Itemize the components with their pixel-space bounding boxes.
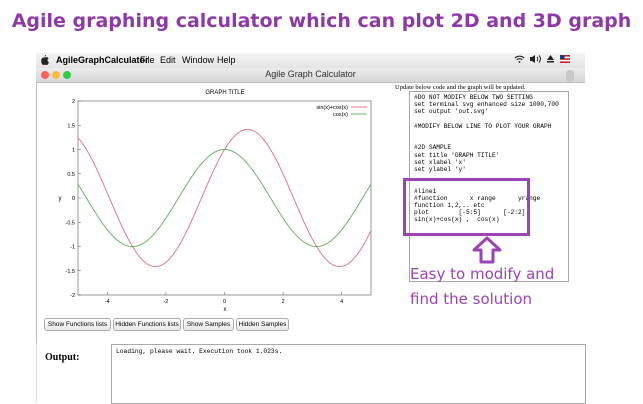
x-tick-label: 0: [223, 299, 226, 305]
apple-icon[interactable]: [40, 55, 49, 67]
y-tick-label: 1.5: [67, 123, 75, 129]
eject-icon[interactable]: [546, 54, 555, 66]
x-tick-label: -2: [163, 299, 168, 305]
y-tick-label: 0.5: [67, 172, 75, 178]
hidden-functions-button[interactable]: Hidden Functions lists: [113, 318, 181, 331]
window-title: Agile Graph Calculator: [265, 69, 356, 79]
x-tick-label: -4: [105, 299, 110, 305]
window-title-bar: Agile Graph Calculator: [36, 68, 585, 83]
y-tick-label: 2: [72, 99, 75, 105]
menu-bar: AgileGraphCalculator File Edit Window He…: [36, 53, 585, 69]
x-tick-label: 4: [340, 299, 343, 305]
legend-label: cos(x): [333, 112, 348, 118]
up-arrow-icon: [472, 236, 502, 264]
x-tick-label: 2: [282, 299, 285, 305]
y-tick-label: 0: [72, 196, 75, 202]
output-label: Output:: [45, 352, 80, 363]
scrollbar-handle[interactable]: [566, 70, 574, 82]
series-line-1: [77, 128, 372, 268]
series-line-2: [77, 149, 372, 247]
show-samples-button[interactable]: Show Samples: [183, 318, 234, 331]
divider: [36, 83, 37, 343]
annotation-line-1: Easy to modify and: [410, 265, 555, 283]
y-axis-label: y: [59, 196, 62, 202]
banner-title: Agile graphing calculator which can plot…: [11, 10, 632, 32]
graph-chart: GRAPH TITLE -4 -2 0 2 4 2 1.5 1 0.5 0 -0.5 -1 -1.5 -2…: [59, 90, 372, 313]
series-group: [77, 128, 372, 268]
flag-icon[interactable]: [560, 55, 570, 65]
hidden-samples-button[interactable]: Hidden Samples: [236, 318, 289, 331]
menu-app-name[interactable]: AgileGraphCalculator: [56, 55, 149, 65]
output-text: Loading, please wait. Execution took 1.0…: [116, 348, 283, 355]
y-tick-label: 1: [72, 148, 75, 154]
wifi-icon[interactable]: [514, 54, 525, 66]
output-box: Loading, please wait. Execution took 1.0…: [111, 344, 586, 404]
y-tick-label: -2: [70, 293, 75, 299]
y-tick-label: -1.5: [66, 269, 75, 275]
update-instructions: Update below code and the graph will be …: [395, 84, 526, 91]
menu-window[interactable]: Window: [182, 55, 214, 65]
chart-legend: sin(x)+cos(x)cos(x): [316, 105, 367, 118]
axis-ticks: -4 -2 0 2 4 2 1.5 1 0.5 0 -0.5 -1 -1.5 -2: [66, 99, 344, 305]
volume-icon[interactable]: [529, 54, 542, 66]
chart-title: GRAPH TITLE: [205, 90, 244, 96]
legend-label: sin(x)+cos(x): [316, 105, 348, 111]
show-functions-button[interactable]: Show Functions lists: [44, 318, 111, 331]
annotation-line-2: find the solution: [410, 290, 533, 308]
y-tick-label: -0.5: [66, 220, 75, 226]
y-tick-label: -1: [70, 245, 75, 251]
x-axis-label: x: [224, 307, 227, 313]
menu-help[interactable]: Help: [217, 55, 236, 65]
menu-edit[interactable]: Edit: [160, 55, 176, 65]
plot-frame: [77, 100, 372, 296]
menu-file[interactable]: File: [140, 55, 155, 65]
highlight-box: [403, 178, 530, 236]
